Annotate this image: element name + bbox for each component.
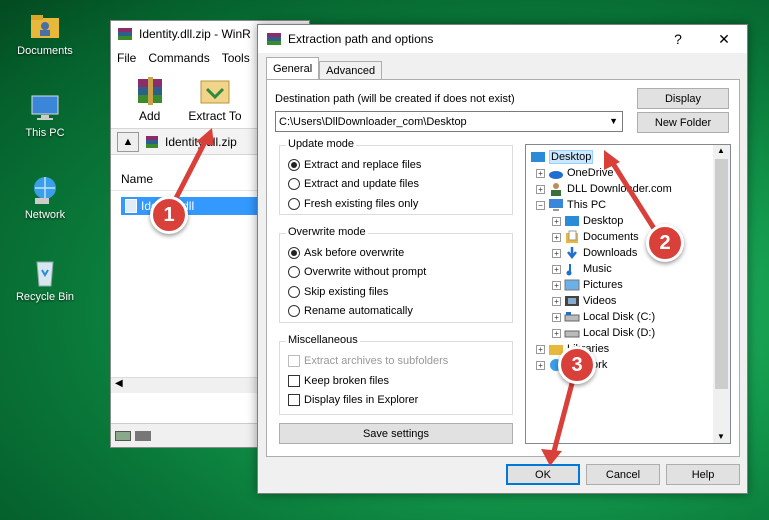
- step-number: 3: [571, 353, 583, 376]
- arrow-2-line: [609, 159, 663, 241]
- step-number: 1: [163, 203, 175, 226]
- arrow-1-line: [169, 135, 210, 209]
- step-3-badge: 3: [558, 346, 596, 384]
- arrow-3-head: [541, 449, 562, 466]
- arrow-3-line: [550, 369, 578, 458]
- step-1-badge: 1: [150, 196, 188, 234]
- arrow-1-head: [196, 128, 214, 146]
- annotation-arrows: [169, 128, 663, 466]
- step-number: 2: [659, 231, 671, 254]
- step-2-badge: 2: [646, 224, 684, 262]
